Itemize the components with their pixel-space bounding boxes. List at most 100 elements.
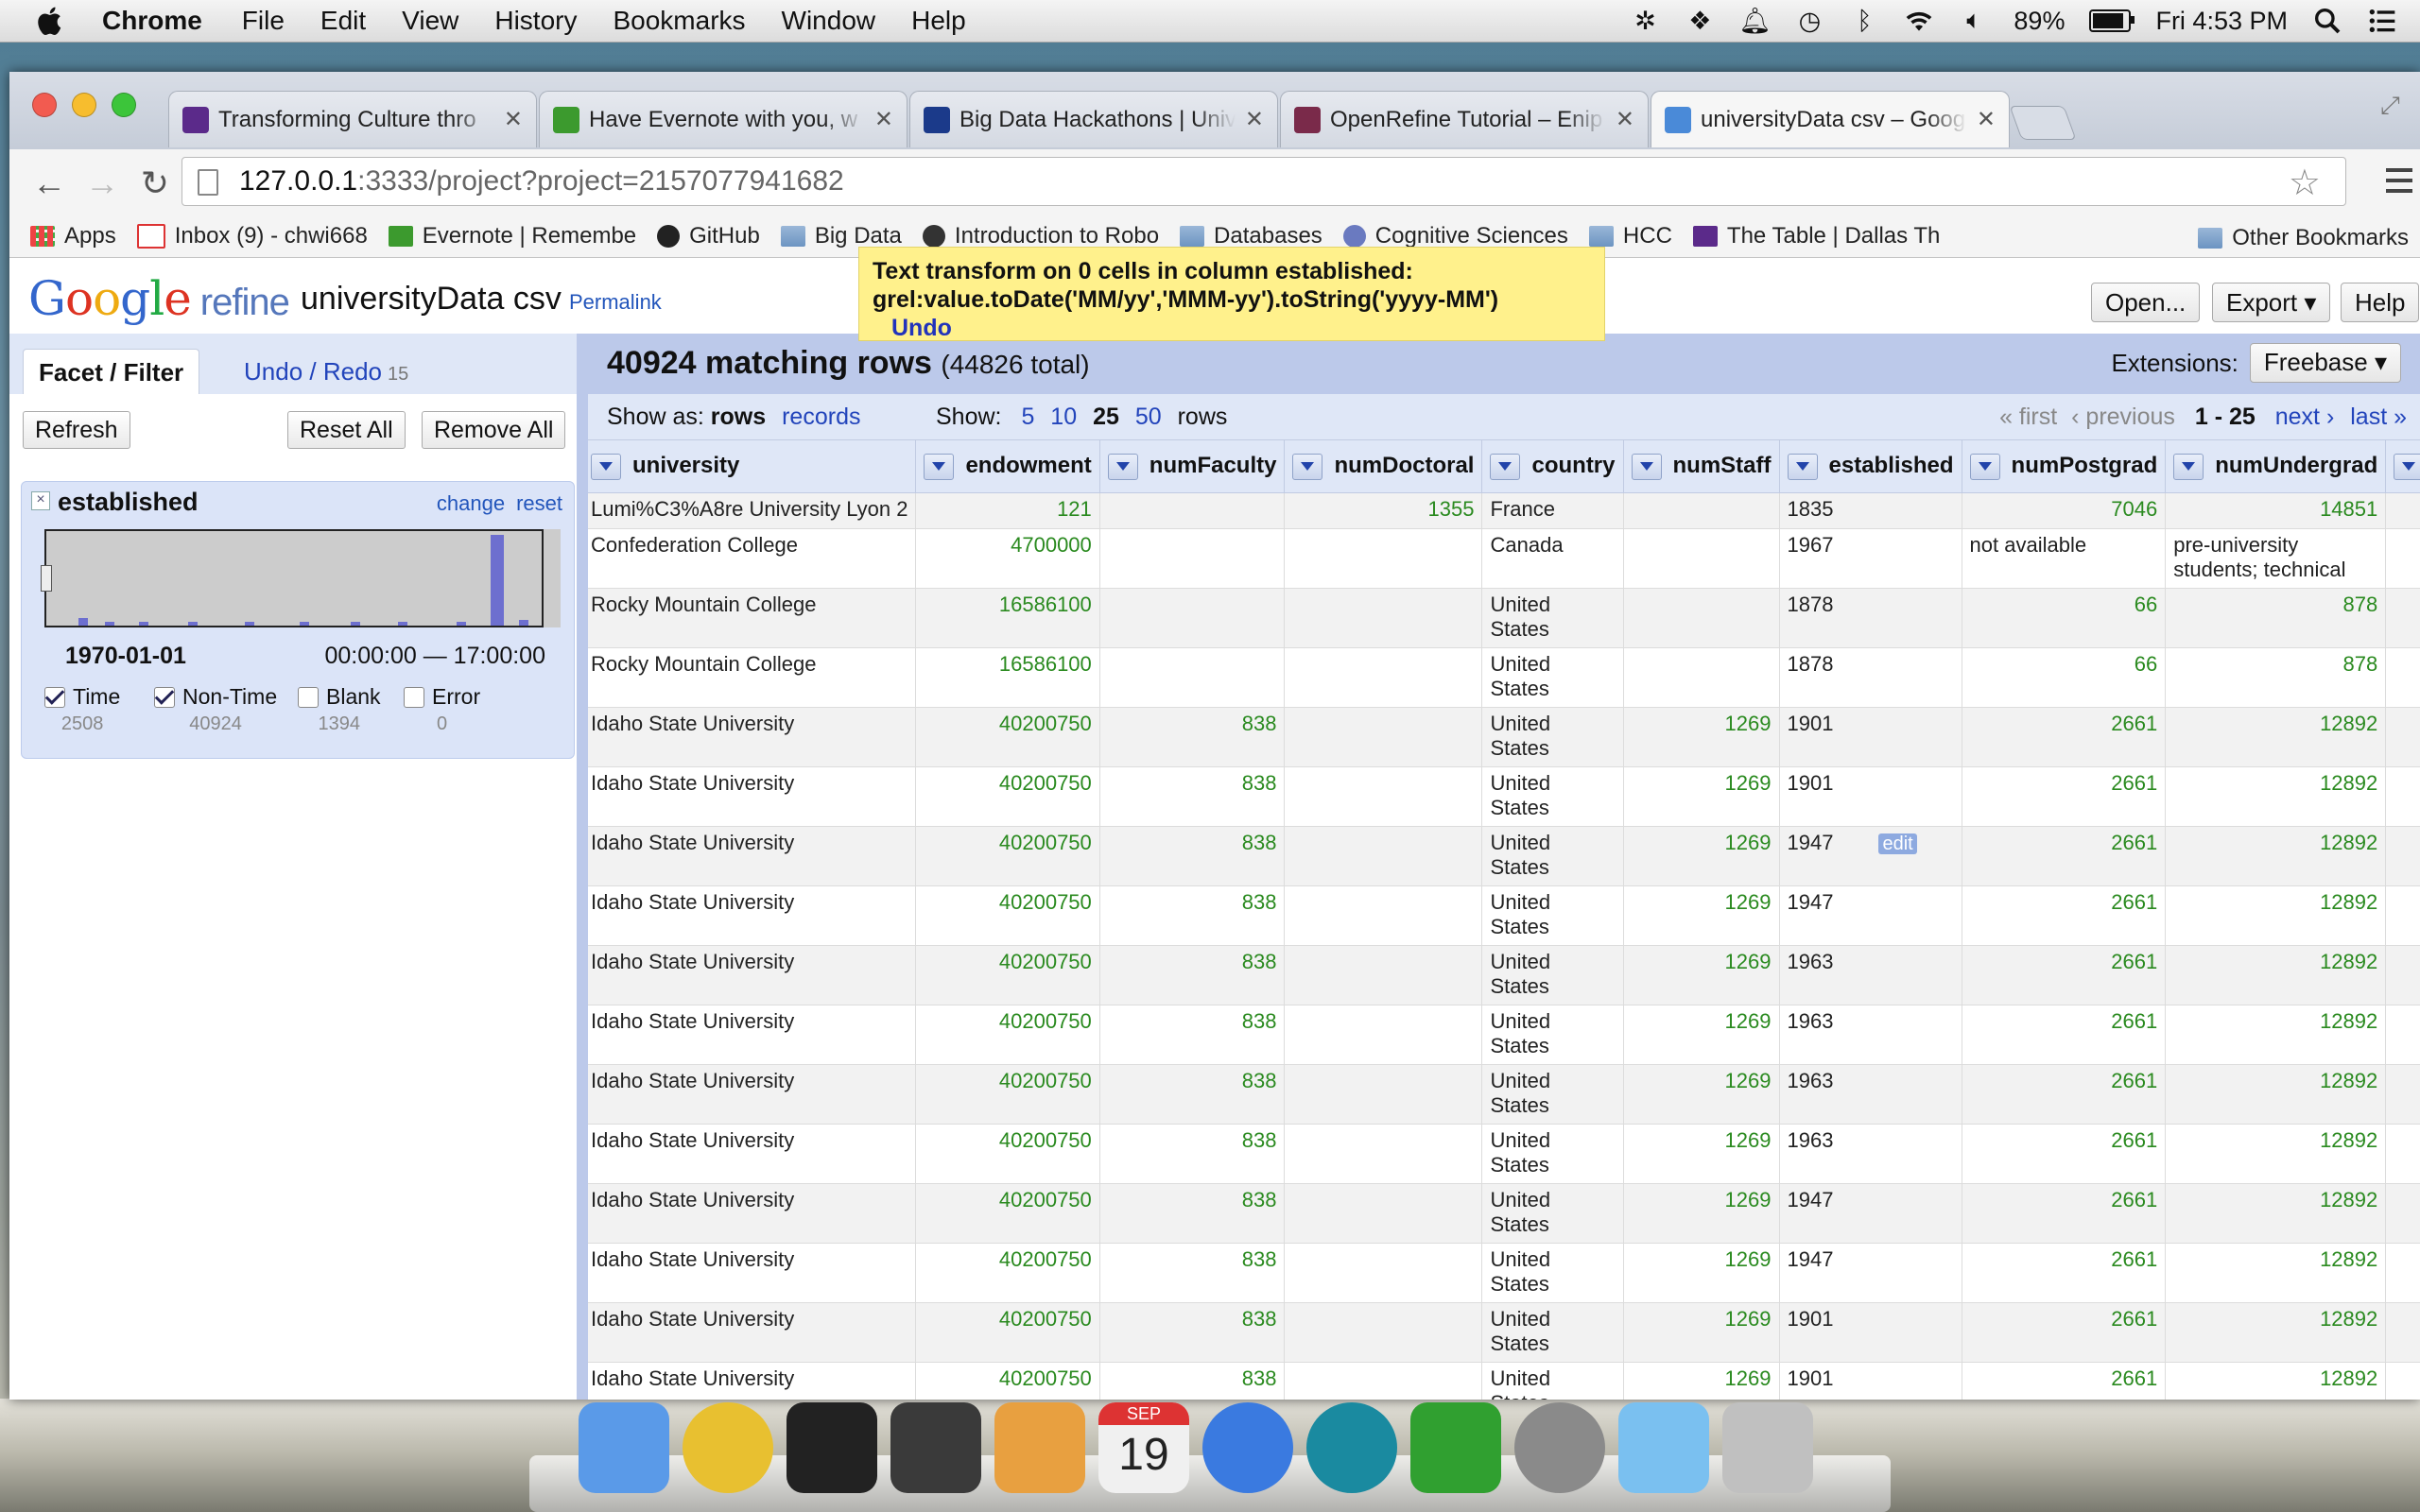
column-dropdown-icon[interactable]	[1107, 453, 1138, 480]
table-cell-num[interactable]	[2385, 885, 2420, 946]
table-cell-endowment[interactable]: 16586100	[915, 588, 1100, 648]
table-cell-numStaff[interactable]: 1269	[1622, 766, 1780, 827]
table-cell-numUndergrad[interactable]: pre-university students; technical	[2165, 528, 2387, 589]
dropbox-status-icon[interactable]: ❖	[1685, 6, 1715, 36]
table-cell-numUndergrad[interactable]: 12892	[2165, 1302, 2387, 1363]
show-as-rows[interactable]: rows	[711, 404, 766, 430]
table-cell-university[interactable]: Idaho State University	[588, 766, 917, 827]
table-cell-numDoctoral[interactable]	[1284, 766, 1483, 827]
pager-last[interactable]: last »	[2350, 404, 2407, 430]
table-cell-numPostgrad[interactable]: 66	[1961, 647, 2167, 708]
table-cell-country[interactable]: United States	[1481, 1362, 1624, 1400]
histogram-left-handle[interactable]	[41, 565, 52, 592]
browser-tab[interactable]: Have Evernote with you, w ✕	[539, 91, 908, 147]
calendar-icon[interactable]: SEP 19	[1098, 1402, 1189, 1493]
table-cell-numDoctoral[interactable]	[1284, 707, 1483, 767]
page-size-25[interactable]: 25	[1093, 404, 1119, 430]
table-cell-num[interactable]	[2385, 1005, 2420, 1065]
table-cell-numUndergrad[interactable]: 12892	[2165, 1183, 2387, 1244]
browser-tab[interactable]: OpenRefine Tutorial – Enip ✕	[1280, 91, 1649, 147]
column-dropdown-icon[interactable]	[1969, 453, 2000, 480]
table-cell-established[interactable]: 1963	[1778, 945, 1962, 1005]
menu-app-name[interactable]: Chrome	[102, 6, 202, 36]
column-dropdown-icon[interactable]	[2173, 453, 2204, 480]
table-cell-numPostgrad[interactable]: 2661	[1961, 1183, 2167, 1244]
browser-tab-active[interactable]: universityData csv – Googl ✕	[1651, 91, 2010, 147]
notification-center-icon[interactable]	[2367, 6, 2397, 36]
table-cell-endowment[interactable]: 16586100	[915, 647, 1100, 708]
notification-undo-link[interactable]: Undo	[891, 315, 952, 341]
table-cell-numFaculty[interactable]	[1098, 492, 1286, 529]
bookmark-github[interactable]: GitHub	[657, 223, 760, 249]
tab-close-icon[interactable]: ✕	[504, 106, 523, 133]
checkbox[interactable]	[404, 686, 424, 708]
table-cell-university[interactable]: Idaho State University	[588, 885, 917, 946]
table-cell-num[interactable]	[2385, 528, 2420, 589]
table-cell-numUndergrad[interactable]: 878	[2165, 588, 2387, 648]
browser-tab[interactable]: Big Data Hackathons | Univ ✕	[909, 91, 1278, 147]
column-dropdown-icon[interactable]	[2394, 453, 2420, 480]
table-cell-numDoctoral[interactable]	[1284, 1362, 1483, 1400]
table-cell-country[interactable]: United States	[1481, 707, 1624, 767]
table-cell-country[interactable]: United States	[1481, 588, 1624, 648]
table-cell-numUndergrad[interactable]: 12892	[2165, 1124, 2387, 1184]
menu-window[interactable]: Window	[782, 6, 876, 36]
table-cell-numFaculty[interactable]: 838	[1098, 766, 1286, 827]
table-cell-numFaculty[interactable]: 838	[1098, 1243, 1286, 1303]
table-cell-numStaff[interactable]: 1269	[1622, 1124, 1780, 1184]
table-cell-numStaff[interactable]: 1269	[1622, 1183, 1780, 1244]
tab-facet-filter[interactable]: Facet / Filter	[23, 349, 200, 394]
table-cell-numUndergrad[interactable]: 14851	[2165, 492, 2387, 529]
table-cell-established[interactable]: 1878	[1778, 588, 1962, 648]
table-cell-numUndergrad[interactable]: 12892	[2165, 945, 2387, 1005]
table-cell-numDoctoral[interactable]	[1284, 826, 1483, 886]
export-button[interactable]: Export ▾	[2212, 283, 2331, 322]
table-cell-numFaculty[interactable]: 838	[1098, 885, 1286, 946]
table-cell-endowment[interactable]: 40200750	[915, 945, 1100, 1005]
bookmark-cognitive-sciences[interactable]: Cognitive Sciences	[1342, 223, 1568, 249]
bookmark-the-table[interactable]: The Table | Dallas Th	[1692, 223, 1940, 249]
column-header-established[interactable]: established	[1778, 439, 1962, 493]
spotlight-search-icon[interactable]	[2312, 6, 2342, 36]
table-cell-endowment[interactable]: 40200750	[915, 885, 1100, 946]
bookmark-inbox[interactable]: Inbox (9) - chwi668	[136, 223, 368, 249]
menu-view[interactable]: View	[402, 6, 458, 36]
forward-arrow-icon[interactable]: →	[83, 164, 121, 202]
browser-tab[interactable]: Transforming Culture thro ✕	[168, 91, 537, 147]
table-cell-numStaff[interactable]: 1269	[1622, 826, 1780, 886]
table-cell-numFaculty[interactable]: 838	[1098, 945, 1286, 1005]
table-cell-numDoctoral[interactable]	[1284, 885, 1483, 946]
table-cell-numStaff[interactable]: 1269	[1622, 1362, 1780, 1400]
permalink-link[interactable]: Permalink	[569, 290, 662, 315]
table-cell-numDoctoral[interactable]	[1284, 945, 1483, 1005]
bookmark-folder-databases[interactable]: Databases	[1180, 223, 1322, 249]
table-cell-num[interactable]	[2385, 1183, 2420, 1244]
table-cell-university[interactable]: Idaho State University	[588, 945, 917, 1005]
table-cell-numUndergrad[interactable]: 12892	[2165, 766, 2387, 827]
table-cell-established[interactable]: 1947 edit	[1778, 826, 1962, 886]
column-header-endowment[interactable]: endowment	[915, 439, 1100, 493]
column-header-country[interactable]: country	[1481, 439, 1624, 493]
table-cell-country[interactable]: United States	[1481, 1243, 1624, 1303]
checkbox[interactable]	[298, 686, 319, 708]
help-button[interactable]: Help	[2341, 283, 2420, 322]
table-cell-numStaff[interactable]: 1269	[1622, 1005, 1780, 1065]
chrome-icon[interactable]	[683, 1402, 773, 1493]
table-cell-num[interactable]	[2385, 945, 2420, 1005]
table-cell-num[interactable]	[2385, 492, 2420, 529]
column-header-numStaff[interactable]: numStaff	[1622, 439, 1780, 493]
table-cell-established[interactable]: 1901	[1778, 766, 1962, 827]
table-cell-endowment[interactable]: 4700000	[915, 528, 1100, 589]
column-header-numDoctoral[interactable]: numDoctoral	[1284, 439, 1483, 493]
table-cell-numDoctoral[interactable]	[1284, 528, 1483, 589]
table-cell-numDoctoral[interactable]	[1284, 647, 1483, 708]
bookmark-star-icon[interactable]: ☆	[2289, 162, 2321, 204]
table-cell-established[interactable]: 1947	[1778, 885, 1962, 946]
column-dropdown-icon[interactable]	[1490, 453, 1521, 480]
table-cell-country[interactable]: United States	[1481, 1064, 1624, 1125]
column-dropdown-icon[interactable]	[1292, 453, 1323, 480]
tab-close-icon[interactable]: ✕	[1977, 106, 1996, 133]
table-cell-university[interactable]: Rocky Mountain College	[588, 588, 917, 648]
notification-bell-icon[interactable]: 🔔︎	[1738, 6, 1771, 36]
facet-check-non-time[interactable]: Non-Time 40924	[154, 684, 277, 735]
